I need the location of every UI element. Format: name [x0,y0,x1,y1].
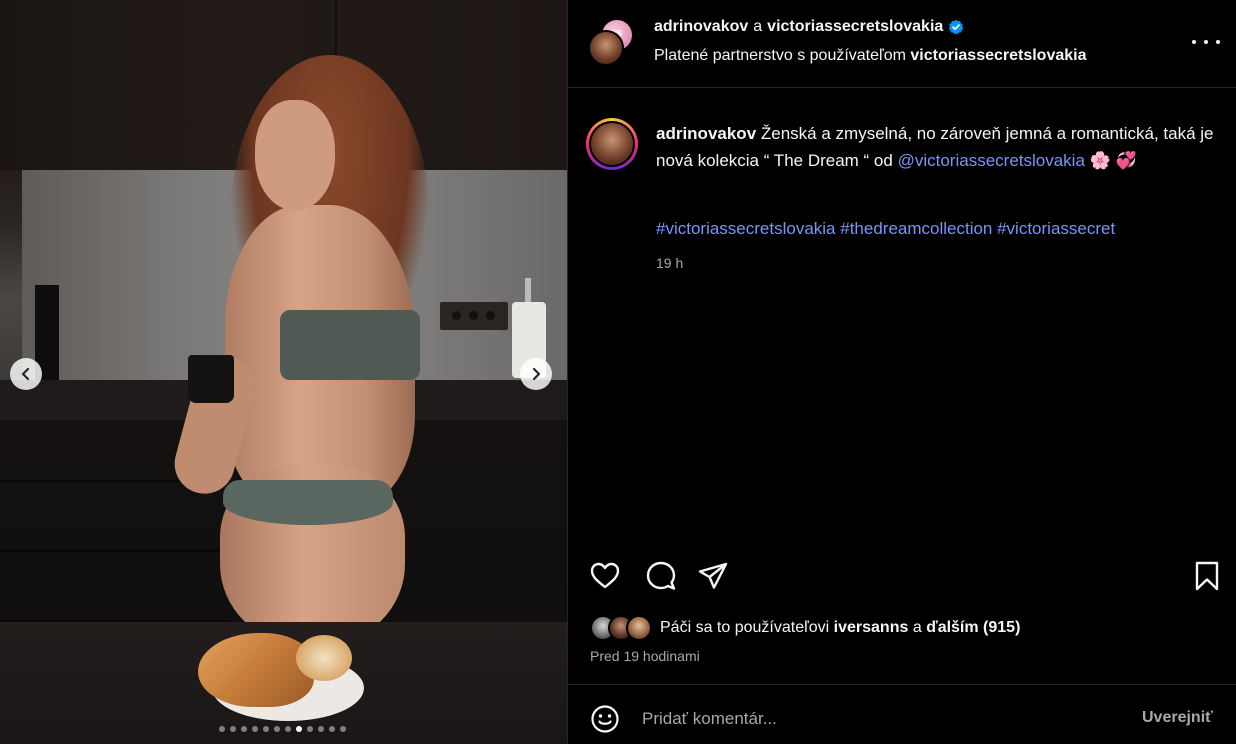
likes-conjunction: a [912,619,922,636]
photo-outlet [440,302,508,330]
likes-prefix: Páči sa to používateľovi [660,619,830,636]
photo-croissant-half [296,635,352,681]
caption-timestamp[interactable]: 19 h [656,255,683,271]
likes-others-link[interactable]: ďalším (915) [926,619,1020,636]
caption-emojis: 🌸 💞 [1089,150,1137,170]
chevron-right-icon [532,367,541,381]
post-media [0,0,567,744]
verified-badge-icon [949,19,964,35]
collab-avatars[interactable]: VS [588,18,636,66]
carousel-dot [285,726,291,732]
post-dialog: VS adrinovakov a victoriassecretslovakia… [0,0,1236,744]
send-icon [698,562,728,589]
save-button[interactable] [1190,559,1224,593]
carousel-prev-button[interactable] [10,358,42,390]
photo-person [167,55,435,645]
author-avatar[interactable] [588,30,624,66]
chevron-left-icon [21,367,30,381]
post-side-panel: VS adrinovakov a victoriassecretslovakia… [567,0,1236,744]
carousel-dot [241,726,247,732]
carousel-next-button[interactable] [520,358,552,390]
carousel-dot [230,726,236,732]
liker-avatar[interactable] [626,615,652,641]
carousel-dot [307,726,313,732]
post-comment-button[interactable]: Uverejniť [1142,709,1213,727]
carousel-dot [340,726,346,732]
carousel-dot [263,726,269,732]
carousel-dot [274,726,280,732]
more-options-button[interactable] [1192,30,1220,54]
photo-mug [188,355,234,403]
caption-hashtags[interactable]: #victoriassecretslovakia #thedreamcollec… [656,219,1115,239]
comment-bar: Uverejniť [568,684,1236,744]
post-actions [568,555,1236,599]
coauthor-username-link[interactable]: victoriassecretslovakia [767,18,943,36]
carousel-indicator [0,726,567,732]
caption-author-avatar[interactable] [586,118,638,170]
photo-croissant [198,633,314,707]
carousel-dot [252,726,258,732]
likes-text: Páči sa to používateľovi iversanns a ďal… [660,619,1020,637]
caption-mention-link[interactable]: @victoriassecretslovakia [898,151,1085,170]
caption-text: adrinovakov Ženská a zmyselná, no zárove… [656,121,1216,174]
more-icon [1192,40,1196,44]
partnership-label: Platené partnerstvo s používateľom victo… [654,47,1087,65]
carousel-dot [219,726,225,732]
carousel-dot [318,726,324,732]
like-button[interactable] [588,559,622,593]
partnership-prefix: Platené partnerstvo s používateľom [654,47,906,64]
caption-author-link[interactable]: adrinovakov [656,124,756,143]
author-username-link[interactable]: adrinovakov [654,18,748,36]
post-date[interactable]: Pred 19 hodinami [590,648,700,664]
header-usernames: adrinovakov a victoriassecretslovakia [654,18,964,36]
partner-username-link[interactable]: victoriassecretslovakia [910,47,1086,64]
post-header: VS adrinovakov a victoriassecretslovakia… [568,0,1236,88]
likes-summary: Páči sa to používateľovi iversanns a ďal… [590,614,1020,642]
bookmark-icon [1195,561,1219,591]
header-conjunction: a [753,18,763,35]
heart-icon [590,562,620,589]
liker-username-link[interactable]: iversanns [834,619,909,636]
comment-button[interactable] [644,559,678,593]
share-button[interactable] [696,559,730,593]
carousel-dot [296,726,302,732]
carousel-dot [329,726,335,732]
comment-input[interactable] [642,703,1122,735]
emoji-icon[interactable] [590,704,620,734]
comment-icon [646,561,676,590]
